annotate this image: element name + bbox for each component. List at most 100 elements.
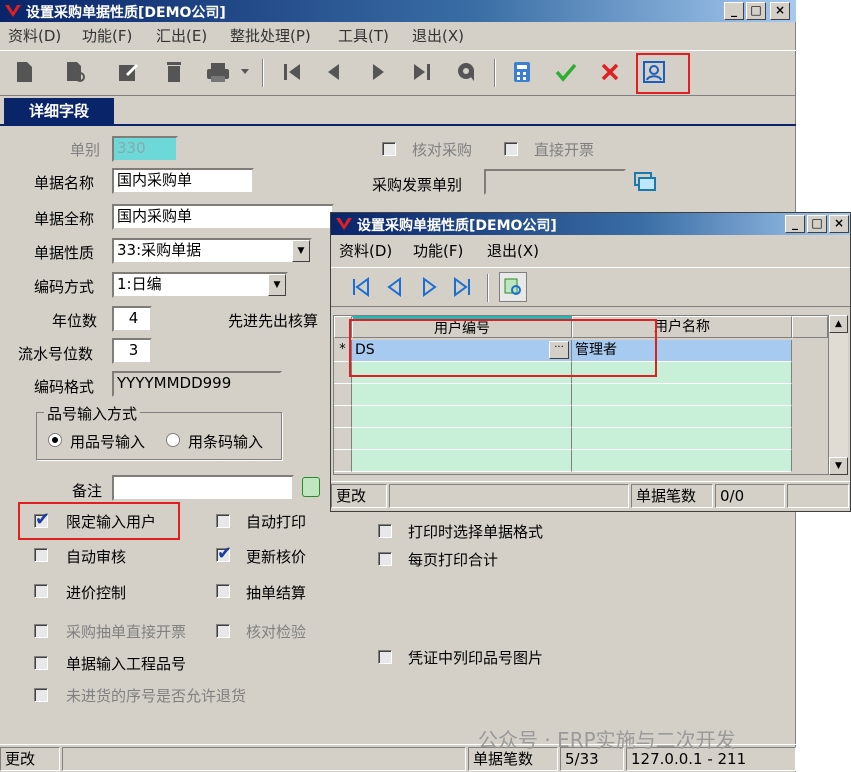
- update-cost-checkbox[interactable]: [216, 543, 232, 564]
- menu-function[interactable]: 功能(F): [82, 25, 132, 46]
- bill-nature-select[interactable]: 33:采购单据 ▼: [112, 238, 312, 264]
- dialog-status-count-label: 单据笔数: [631, 484, 713, 508]
- radio-by-item-no[interactable]: [48, 433, 62, 447]
- dialog-menu-exit[interactable]: 退出(X): [487, 240, 539, 261]
- next-record-icon[interactable]: [366, 59, 390, 85]
- window-title: 设置采购单据性质[DEMO公司]: [26, 5, 226, 21]
- scroll-down-icon[interactable]: ▼: [829, 457, 848, 475]
- dropdown-arrow-icon[interactable]: ▼: [268, 274, 286, 296]
- dialog-status-mode: 更改: [331, 484, 387, 508]
- query-icon[interactable]: [454, 59, 478, 85]
- serial-digits-field[interactable]: 3: [112, 338, 152, 364]
- row-marker: [334, 428, 352, 450]
- update-cost-label: 更新核价: [246, 548, 307, 566]
- confirm-check-icon[interactable]: [554, 59, 578, 85]
- extract-settle-label: 抽单结算: [246, 584, 307, 602]
- empty-cell[interactable]: [572, 450, 792, 472]
- dialog-close-button[interactable]: ×: [829, 215, 849, 233]
- status-blank: [62, 747, 466, 771]
- empty-cell[interactable]: [572, 384, 792, 406]
- dialog-menu-data[interactable]: 资料(D): [339, 240, 392, 261]
- minimize-button[interactable]: _: [724, 2, 744, 20]
- close-button[interactable]: ×: [770, 2, 790, 20]
- new-doc-icon[interactable]: [12, 59, 36, 85]
- empty-cell[interactable]: [572, 406, 792, 428]
- input-project-item-checkbox[interactable]: [34, 656, 48, 670]
- radio-by-item-no-label: 用品号输入: [70, 433, 146, 451]
- code-format-field: YYYYMMDD999: [112, 371, 282, 397]
- dialog-minimize-button[interactable]: _: [785, 215, 805, 233]
- voucher-item-image-checkbox[interactable]: [378, 650, 392, 664]
- menu-batch[interactable]: 整批处理(P): [230, 25, 311, 46]
- prev-record-icon[interactable]: [322, 59, 346, 85]
- extract-settle-checkbox[interactable]: [216, 584, 230, 598]
- row-marker: [334, 450, 352, 472]
- remark-field[interactable]: [112, 475, 294, 501]
- maximize-button[interactable]: □: [746, 2, 766, 20]
- calculator-icon[interactable]: [510, 59, 534, 85]
- input-project-item-label: 单据输入工程品号: [66, 655, 187, 673]
- dialog-prev-icon[interactable]: [383, 274, 407, 300]
- remark-lookup-icon[interactable]: [302, 477, 320, 497]
- empty-cell[interactable]: [352, 428, 572, 450]
- verify-inspect-checkbox[interactable]: [216, 624, 230, 638]
- auto-audit-checkbox[interactable]: [34, 548, 48, 562]
- purchase-extract-invoice-checkbox[interactable]: [34, 624, 48, 638]
- copy-doc-icon[interactable]: [64, 59, 88, 85]
- grid-vertical-scrollbar[interactable]: ▲ ▼: [829, 315, 848, 475]
- menu-data[interactable]: 资料(D): [8, 25, 61, 46]
- auto-print-checkbox[interactable]: [216, 514, 230, 528]
- return-unreceived-label: 未进货的序号是否允许退货: [66, 687, 247, 705]
- dialog-maximize-button[interactable]: □: [807, 215, 827, 233]
- scroll-up-icon[interactable]: ▲: [829, 315, 848, 333]
- bill-fullname-field[interactable]: 国内采购单: [112, 204, 334, 230]
- dropdown-arrow-icon[interactable]: ▼: [292, 240, 310, 262]
- cancel-x-icon[interactable]: [598, 59, 622, 85]
- code-method-select[interactable]: 1:日编 ▼: [112, 272, 288, 298]
- code-method-value: 1:日编: [117, 275, 162, 293]
- dialog-menu-function[interactable]: 功能(F): [413, 240, 463, 261]
- menu-tools[interactable]: 工具(T): [338, 25, 389, 46]
- dialog-first-icon[interactable]: [349, 274, 373, 300]
- direct-invoice-label: 直接开票: [534, 141, 595, 159]
- delete-icon[interactable]: [162, 59, 186, 85]
- radio-by-barcode[interactable]: [166, 433, 180, 447]
- row-marker: [334, 406, 352, 428]
- print-dropdown-icon[interactable]: [238, 59, 252, 85]
- code-method-label: 编码方式: [34, 278, 95, 296]
- menu-exit[interactable]: 退出(X): [412, 25, 464, 46]
- bill-type-field[interactable]: 330: [112, 136, 178, 162]
- status-mode: 更改: [0, 747, 60, 771]
- empty-cell[interactable]: [352, 406, 572, 428]
- bill-name-field[interactable]: 国内采购单: [112, 168, 254, 194]
- verify-purchase-checkbox[interactable]: [382, 142, 396, 156]
- dialog-last-icon[interactable]: [451, 274, 475, 300]
- edit-icon[interactable]: [116, 59, 140, 85]
- print-icon[interactable]: [206, 59, 230, 85]
- purchase-invoice-type-field[interactable]: [484, 169, 626, 195]
- dialog-title-bar: 设置采购单据性质[DEMO公司] _ □ ×: [331, 213, 850, 235]
- first-record-icon[interactable]: [280, 59, 304, 85]
- select-print-format-checkbox[interactable]: [378, 524, 392, 538]
- last-record-icon[interactable]: [410, 59, 434, 85]
- price-control-checkbox[interactable]: [34, 584, 48, 598]
- empty-cell[interactable]: [572, 428, 792, 450]
- dialog-query-icon[interactable]: [499, 272, 527, 302]
- invoice-type-lookup-icon[interactable]: [634, 172, 656, 192]
- verify-inspect-label: 核对检验: [246, 623, 307, 641]
- year-digits-field[interactable]: 4: [112, 306, 152, 332]
- return-unreceived-checkbox[interactable]: [34, 688, 48, 702]
- bill-nature-label: 单据性质: [34, 244, 95, 262]
- empty-cell[interactable]: [352, 384, 572, 406]
- direct-invoice-checkbox[interactable]: [504, 142, 518, 156]
- dialog-title: 设置采购单据性质[DEMO公司]: [357, 218, 557, 234]
- dialog-next-icon[interactable]: [417, 274, 441, 300]
- print-total-per-page-checkbox[interactable]: [378, 552, 392, 566]
- user-dialog: 设置采购单据性质[DEMO公司] _ □ × 资料(D) 功能(F) 退出(X)…: [330, 212, 851, 512]
- tab-detail-fields[interactable]: 详细字段: [4, 98, 114, 124]
- dialog-toolbar: [331, 267, 850, 307]
- empty-cell[interactable]: [352, 450, 572, 472]
- dialog-status-blank: [389, 484, 629, 508]
- menu-export[interactable]: 汇出(E): [156, 25, 207, 46]
- verify-purchase-label: 核对采购: [412, 141, 473, 159]
